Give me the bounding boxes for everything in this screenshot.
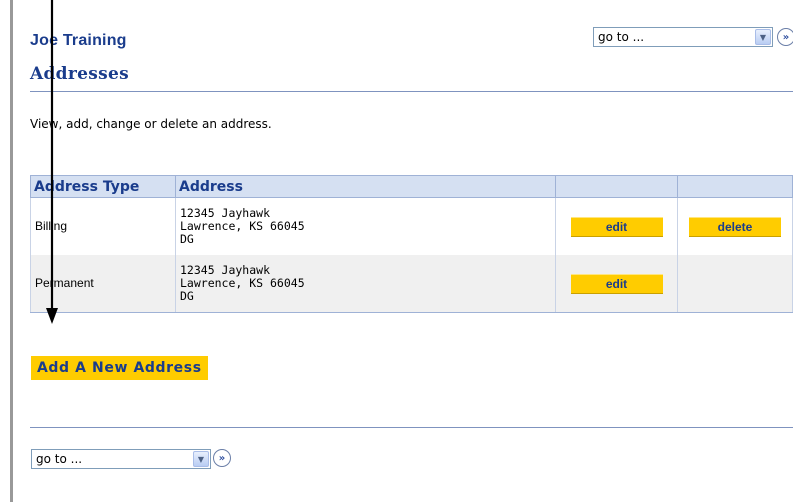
left-border: [10, 0, 13, 502]
delete-cell: delete: [677, 197, 793, 255]
bottom-divider: [30, 427, 793, 428]
address-cell: 12345 Jayhawk Lawrence, KS 66045 DG: [175, 197, 556, 255]
page-title: Addresses: [30, 64, 129, 84]
address-type-cell: Billing: [30, 197, 176, 255]
column-header-delete: [677, 175, 793, 198]
addresses-table: Address Type Address Billing 12345 Jayha…: [30, 175, 793, 313]
goto-select-bottom-value: go to ...: [36, 452, 83, 466]
go-button-top[interactable]: »: [777, 28, 793, 46]
empty-cell: [677, 255, 793, 313]
address-type-cell: Permanent: [30, 255, 176, 313]
address-line: Lawrence, KS 66045: [180, 219, 305, 233]
goto-select-top-value: go to ...: [598, 30, 645, 44]
column-header-address: Address: [175, 175, 556, 198]
chevron-down-icon[interactable]: ▼: [755, 29, 771, 45]
edit-button[interactable]: edit: [570, 273, 663, 294]
column-header-edit: [555, 175, 678, 198]
chevron-down-icon[interactable]: ▼: [193, 451, 209, 467]
intro-text: View, add, change or delete an address.: [30, 117, 272, 131]
address-line: Lawrence, KS 66045: [180, 276, 305, 290]
table-row: Permanent 12345 Jayhawk Lawrence, KS 660…: [30, 255, 793, 313]
go-button-bottom[interactable]: »: [213, 449, 231, 467]
edit-button[interactable]: edit: [570, 216, 663, 237]
delete-button[interactable]: delete: [689, 216, 781, 237]
goto-select-top[interactable]: go to ... ▼: [593, 27, 773, 47]
add-new-address-button[interactable]: Add A New Address: [31, 356, 208, 380]
address-cell: 12345 Jayhawk Lawrence, KS 66045 DG: [175, 255, 556, 313]
edit-cell: edit: [555, 197, 678, 255]
title-divider: [30, 91, 793, 92]
address-line: DG: [180, 289, 194, 303]
table-row: Billing 12345 Jayhawk Lawrence, KS 66045…: [30, 197, 793, 255]
goto-select-bottom[interactable]: go to ... ▼: [31, 449, 211, 469]
student-name: Joe Training: [30, 32, 127, 49]
edit-cell: edit: [555, 255, 678, 313]
address-line: DG: [180, 232, 194, 246]
table-header-row: Address Type Address: [30, 175, 793, 198]
column-header-address-type: Address Type: [30, 175, 176, 198]
